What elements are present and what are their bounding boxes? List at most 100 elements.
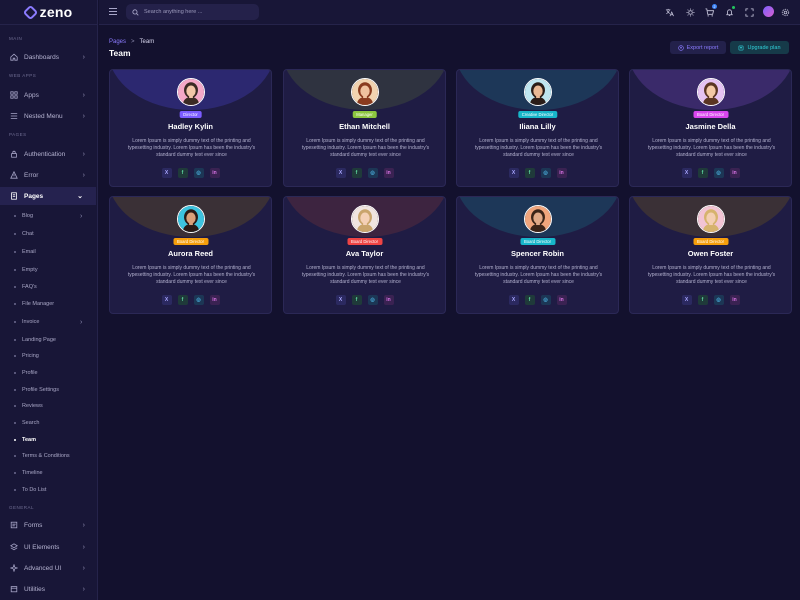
- sidebar-subitem[interactable]: Terms & Conditions: [14, 450, 70, 462]
- instagram-icon[interactable]: ◎: [713, 295, 724, 305]
- linkedin-icon[interactable]: in: [383, 168, 394, 178]
- sidebar-subitem[interactable]: Pricing: [14, 350, 39, 362]
- sidebar-subitem[interactable]: FAQ's: [14, 281, 37, 293]
- search-box[interactable]: [126, 4, 259, 20]
- facebook-icon[interactable]: f: [177, 168, 188, 178]
- instagram-icon[interactable]: ◎: [193, 295, 204, 305]
- sidebar-subitem[interactable]: Chat: [14, 228, 34, 240]
- x-icon[interactable]: X: [335, 295, 346, 305]
- cart-icon[interactable]: 2: [704, 4, 717, 17]
- instagram-icon[interactable]: ◎: [540, 295, 551, 305]
- linkedin-icon[interactable]: in: [556, 295, 567, 305]
- linkedin-icon[interactable]: in: [729, 295, 740, 305]
- user-avatar[interactable]: [763, 6, 774, 17]
- sidebar-item-dashboards[interactable]: Dashboards ›: [0, 48, 97, 66]
- instagram-icon[interactable]: ◎: [193, 168, 204, 178]
- sidebar-subitem[interactable]: Landing Page: [14, 334, 56, 346]
- facebook-icon[interactable]: f: [697, 168, 708, 178]
- sidebar-subitem[interactable]: Invoice ›: [14, 316, 82, 328]
- sidebar-item-ui-elements[interactable]: UI Elements ›: [0, 538, 97, 556]
- linkedin-icon[interactable]: in: [556, 168, 567, 178]
- translate-icon[interactable]: [664, 7, 674, 17]
- bell-icon[interactable]: [724, 6, 735, 17]
- social-links: Xf ◎ in: [161, 168, 220, 178]
- linkedin-icon[interactable]: in: [209, 295, 220, 305]
- sidebar-item-nested-menu[interactable]: Nested Menu ›: [0, 107, 97, 125]
- sidebar-subitem-label: Reviews: [22, 403, 43, 409]
- instagram-icon[interactable]: ◎: [540, 168, 551, 178]
- team-card[interactable]: Board Director Spencer Robin Lorem Ipsum i…: [456, 196, 619, 314]
- instagram-icon[interactable]: ◎: [367, 295, 378, 305]
- sidebar-item-error[interactable]: Error ›: [0, 166, 97, 184]
- social-links: Xf ◎ in: [335, 295, 394, 305]
- search-icon: [132, 8, 139, 16]
- social-links: Xf ◎ in: [508, 295, 567, 305]
- team-card[interactable]: Board Director Owen Foster Lorem Ipsum is …: [629, 196, 792, 314]
- sidebar-item-utilities[interactable]: Utilities ›: [0, 580, 97, 598]
- box-icon: [10, 585, 18, 593]
- instagram-icon[interactable]: ◎: [713, 168, 724, 178]
- sidebar-subitem[interactable]: Profile: [14, 367, 38, 379]
- linkedin-icon[interactable]: in: [729, 168, 740, 178]
- sidebar-item-forms[interactable]: Forms ›: [0, 516, 97, 534]
- x-icon[interactable]: X: [161, 168, 172, 178]
- member-avatar: [177, 205, 205, 233]
- linkedin-icon[interactable]: in: [383, 295, 394, 305]
- bullet-icon: [14, 303, 16, 305]
- sidebar-subitem[interactable]: Reviews: [14, 400, 43, 412]
- facebook-icon[interactable]: f: [351, 168, 362, 178]
- team-card[interactable]: Board Director Aurora Reed Lorem Ipsum is …: [109, 196, 272, 314]
- member-description: Lorem Ipsum is simply dummy text of the …: [127, 138, 256, 158]
- sidebar-subitem[interactable]: Email: [14, 246, 36, 258]
- sun-icon[interactable]: [685, 7, 695, 17]
- search-input[interactable]: [144, 9, 254, 15]
- facebook-icon[interactable]: f: [177, 295, 188, 305]
- sidebar-subitem[interactable]: Team: [14, 434, 36, 446]
- team-card[interactable]: Board Director Jasmine Della Lorem Ipsum i…: [629, 69, 792, 187]
- export-report-button[interactable]: Export report: [670, 41, 726, 54]
- facebook-icon[interactable]: f: [697, 295, 708, 305]
- facebook-icon[interactable]: f: [524, 295, 535, 305]
- x-icon[interactable]: X: [508, 295, 519, 305]
- sidebar-subitem[interactable]: Blog ›: [14, 210, 82, 222]
- linkedin-icon[interactable]: in: [209, 168, 220, 178]
- sidebar-item-authentication[interactable]: Authentication ›: [0, 145, 97, 163]
- chevron-right-icon: ›: [82, 171, 85, 179]
- team-card[interactable]: Creative Director Iliana Lilly Lorem Ipsum…: [456, 69, 619, 187]
- x-icon[interactable]: X: [335, 168, 346, 178]
- fullscreen-icon[interactable]: [744, 7, 754, 17]
- sidebar-item-apps[interactable]: Apps ›: [0, 86, 97, 104]
- sidebar-item-advanced-ui[interactable]: Advanced UI ›: [0, 559, 97, 577]
- team-card[interactable]: Board Director Ava Taylor Lorem Ipsum is s…: [283, 196, 446, 314]
- x-icon[interactable]: X: [681, 168, 692, 178]
- settings-icon[interactable]: [780, 7, 790, 17]
- hamburger-icon[interactable]: [109, 8, 117, 16]
- x-icon[interactable]: X: [508, 168, 519, 178]
- chevron-right-icon: ›: [82, 521, 85, 529]
- team-card[interactable]: Manager Ethan Mitchell Lorem Ipsum is simp…: [283, 69, 446, 187]
- member-avatar: [351, 78, 379, 106]
- x-icon[interactable]: X: [681, 295, 692, 305]
- instagram-icon[interactable]: ◎: [367, 168, 378, 178]
- sidebar-subitem[interactable]: Timeline: [14, 467, 43, 479]
- upgrade-plan-button[interactable]: Upgrade plan: [730, 41, 789, 54]
- sidebar-subitem[interactable]: File Manager: [14, 298, 54, 310]
- sidebar-item-pages[interactable]: Pages ⌄: [0, 187, 96, 205]
- facebook-icon[interactable]: f: [351, 295, 362, 305]
- bullet-icon: [14, 422, 16, 424]
- sidebar-subitem[interactable]: Profile Settings: [14, 384, 59, 396]
- sidebar-subitem[interactable]: Search: [14, 417, 39, 429]
- x-icon[interactable]: X: [161, 295, 172, 305]
- logo[interactable]: zeno: [0, 0, 97, 25]
- pages-icon: [10, 192, 18, 200]
- member-name: Jasmine Della: [685, 122, 736, 131]
- facebook-icon[interactable]: f: [524, 168, 535, 178]
- sidebar-subitem[interactable]: Empty: [14, 264, 38, 276]
- sidebar-item-label: Authentication: [24, 150, 66, 158]
- team-card[interactable]: Director Hadley Kylin Lorem Ipsum is simpl…: [109, 69, 272, 187]
- sidebar-subitem[interactable]: To Do List: [14, 484, 46, 496]
- sidebar-item-label: Pages: [24, 192, 44, 200]
- member-description: Lorem Ipsum is simply dummy text of the …: [647, 138, 776, 158]
- breadcrumb-link-pages[interactable]: Pages: [109, 39, 126, 45]
- chevron-right-icon: ›: [82, 112, 85, 120]
